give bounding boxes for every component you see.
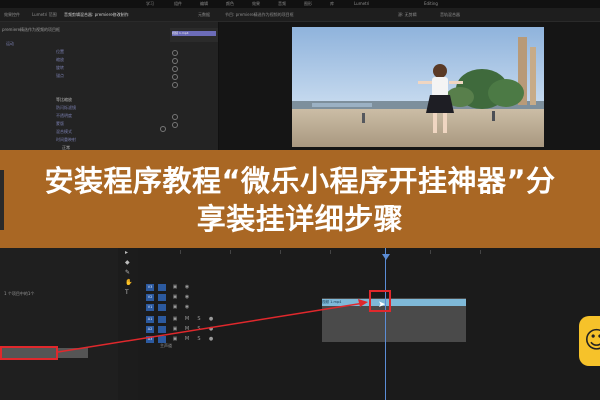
effect-mini-clip[interactable]: 视频 1.mp4 [172,31,216,36]
lock-icon[interactable]: ▣ [172,304,178,310]
track-sync-v3[interactable] [158,284,166,291]
selection-tool-icon[interactable]: ▸ [125,250,131,256]
mascot-face-icon: ☺ [584,326,600,354]
master-track-label: 主声道 [160,343,172,348]
ruler-tick [230,250,231,254]
playhead[interactable] [385,248,386,400]
track-sync-a3[interactable] [158,336,166,343]
menu-item-assembly[interactable]: 组件 [174,0,182,8]
reset-icon[interactable] [172,66,178,72]
voiceover-icon[interactable]: ● [208,336,214,342]
track-sync-v1[interactable] [158,304,166,311]
program-monitor-video-frame[interactable] [292,27,544,147]
title-banner: 安装程序教程“微乐小程序开挂神器”分享装挂详细步骤 [0,150,600,248]
track-sync-a2[interactable] [158,326,166,333]
track-sync-a1[interactable] [158,316,166,323]
menu-item-learn[interactable]: 学习 [146,0,154,8]
playhead-handle[interactable] [382,254,390,260]
reset-icon[interactable] [172,82,178,88]
pen-tool-icon[interactable]: ✎ [125,270,131,276]
ruler-tick [430,250,431,254]
mute-icon[interactable]: M [184,316,190,322]
panel-divider [0,170,4,230]
menu-item-edit[interactable]: 编辑 [200,0,208,8]
menu-item-audio[interactable]: 音频 [278,0,286,8]
project-item-highlight-box [0,346,58,360]
menu-item-effects[interactable]: 效果 [252,0,260,8]
menu-item-lumetri[interactable]: Lumetri [354,0,369,8]
panel-tab-bar: 效果控件 Lumetri 范围 音频剪辑混合器: premiere修改制作 元数… [0,8,600,22]
ruler-tick [180,250,181,254]
track-target-v2[interactable]: V2 [146,294,154,301]
reset-icon[interactable] [172,114,178,120]
effect-controls-panel: premiere精选作为视频的项目框 视频 1.mp4 运动 位置 缩放 旋转 … [0,22,219,150]
menu-item-editing[interactable]: Editing [424,0,438,8]
tab-track-mixer[interactable]: 音轨混合器 [440,8,476,21]
solo-icon[interactable]: S [196,336,202,342]
eye-icon[interactable]: ◉ [184,294,190,300]
eye-icon[interactable]: ◉ [184,304,190,310]
tab-audio-clip-mixer[interactable]: 音频剪辑混合器: premiere修改制作 [64,8,168,21]
menu-item-color[interactable]: 颜色 [226,0,234,8]
lock-icon[interactable]: ▣ [172,284,178,290]
track-target-a2[interactable]: A2 [146,326,154,333]
voiceover-icon[interactable]: ● [208,316,214,322]
track-sync-v2[interactable] [158,294,166,301]
ruler-tick [480,250,481,254]
ruler-tick [280,250,281,254]
menu-bar: 学习 组件 编辑 颜色 效果 音频 图形 库 Lumetri Editing [0,0,600,8]
track-target-a3[interactable]: A3 [146,336,154,343]
voiceover-icon[interactable]: ● [208,326,214,332]
solo-icon[interactable]: S [196,316,202,322]
reset-icon[interactable] [172,50,178,56]
tab-source-monitor[interactable]: 源: 无剪辑 [398,8,432,21]
menu-item-graphics[interactable]: 图形 [304,0,312,8]
timeline-clip[interactable]: 视频 1.mp4 [322,299,466,306]
lock-icon[interactable]: ▣ [172,336,178,342]
menu-item-libraries[interactable]: 库 [330,0,334,8]
reset-icon[interactable] [172,122,178,128]
lock-icon[interactable]: ▣ [172,326,178,332]
effect-row-motion[interactable]: 运动 [6,40,224,48]
ruler-tick [330,250,331,254]
eye-icon[interactable]: ◉ [184,284,190,290]
tab-program-monitor[interactable]: 节目: premiere精选作为视频的项目框 [225,8,335,21]
effect-controls-header: premiere精选作为视频的项目框 [2,27,61,32]
text-tool-icon[interactable]: T [125,290,131,296]
reset-icon[interactable] [172,74,178,80]
hand-tool-icon[interactable]: ✋ [125,280,132,286]
tab-effect-controls[interactable]: 效果控件 [4,8,28,21]
mute-icon[interactable]: M [184,336,190,342]
razor-tool-icon[interactable]: ◆ [125,260,131,266]
solo-icon[interactable]: S [196,326,202,332]
reset-icon[interactable] [172,58,178,64]
tab-metadata[interactable]: 元数据 [198,8,216,21]
track-target-v1[interactable]: V1 [146,304,154,311]
track-target-a1[interactable]: A1 [146,316,154,323]
project-item-count: 1 个项目中的1个 [4,291,35,296]
banner-title: 安装程序教程“微乐小程序开挂神器”分享装挂详细步骤 [44,164,556,236]
track-target-v3[interactable]: V3 [146,284,154,291]
reset-icon[interactable] [160,126,166,132]
cursor-icon: ➤ [378,300,386,310]
project-panel [0,248,119,400]
lock-icon[interactable]: ▣ [172,316,178,322]
lock-icon[interactable]: ▣ [172,294,178,300]
tab-lumetri-scopes[interactable]: Lumetri 范围 [32,8,62,21]
mute-icon[interactable]: M [184,326,190,332]
